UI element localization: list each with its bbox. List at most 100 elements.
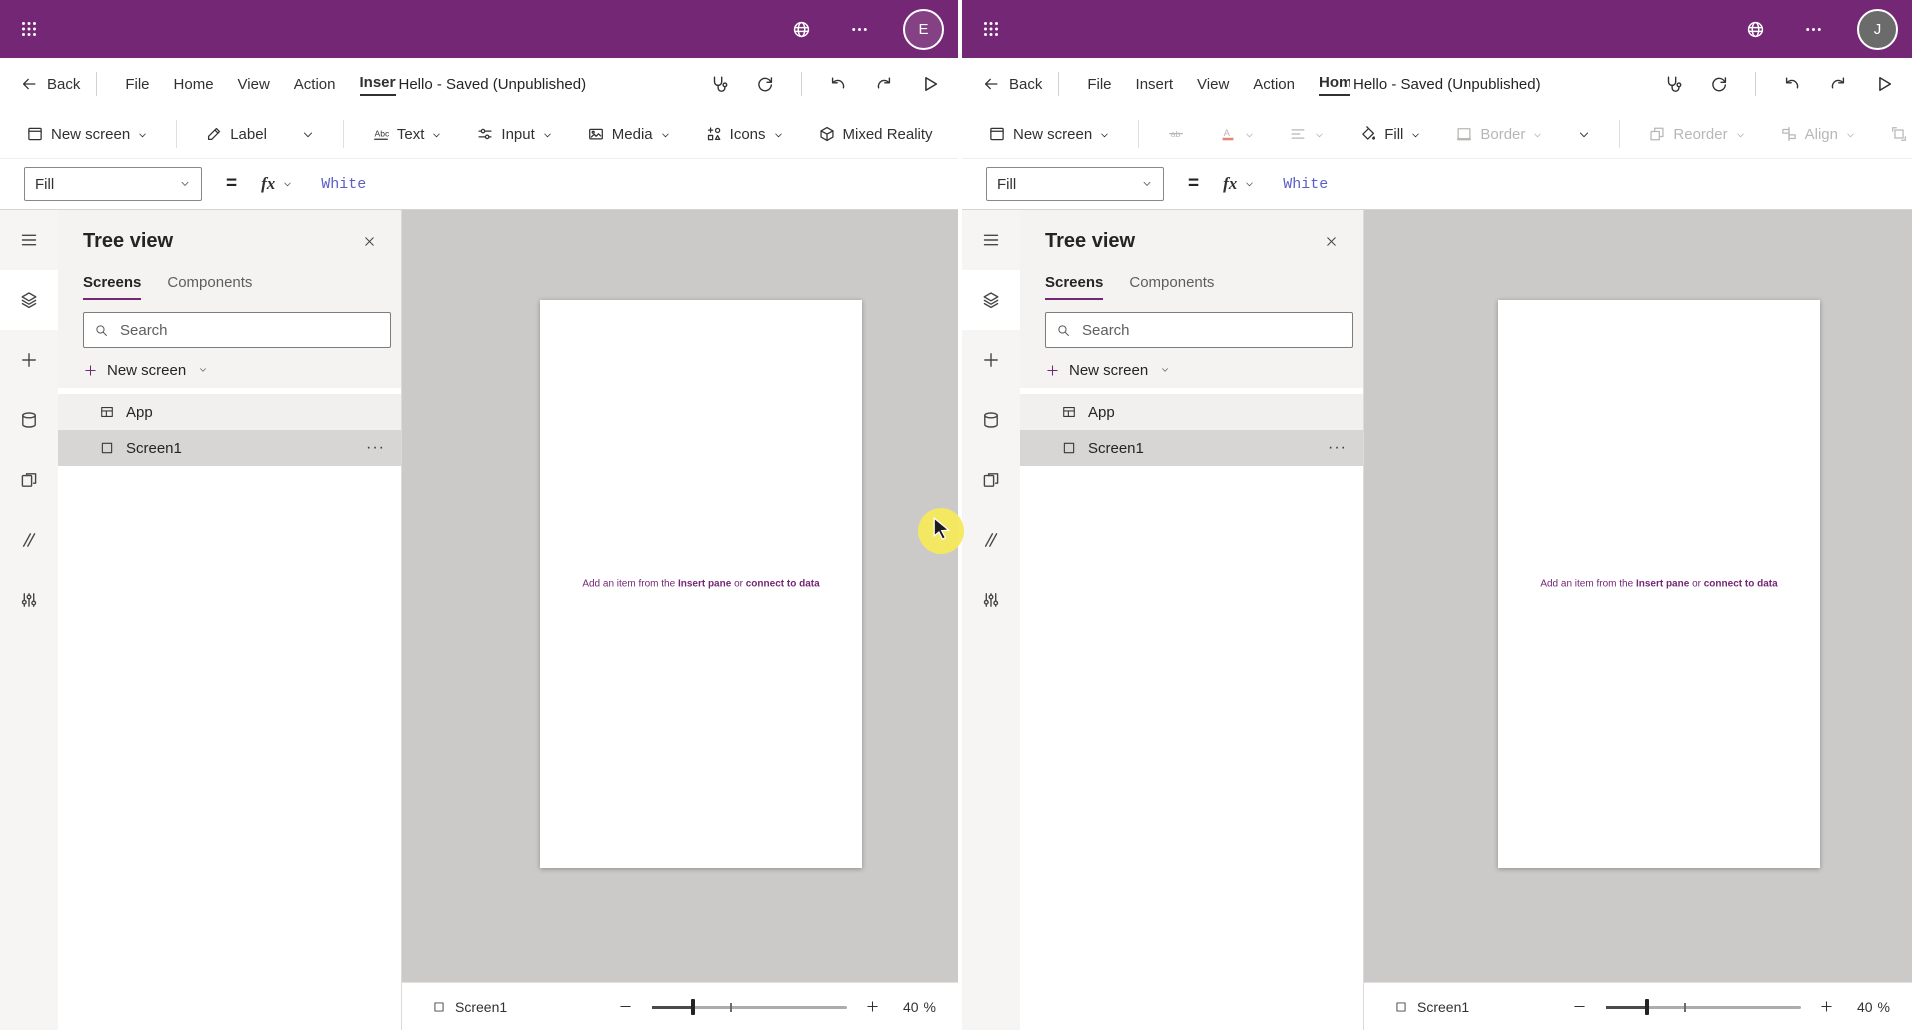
formula-input[interactable]: White <box>321 176 366 193</box>
zoom-slider-thumb[interactable] <box>1645 999 1649 1015</box>
design-canvas[interactable]: Add an item from the Insert pane or conn… <box>1364 210 1912 982</box>
hint-link[interactable]: connect to data <box>746 578 820 589</box>
ribbon-icons-menu[interactable]: Icons <box>705 125 784 143</box>
ribbon-input-menu[interactable]: Input <box>476 125 552 143</box>
zoom-in-button[interactable] <box>1818 998 1836 1016</box>
design-canvas[interactable]: Add an item from the Insert pane or conn… <box>402 210 958 982</box>
menu-item-file[interactable]: File <box>125 76 149 93</box>
globe-icon[interactable] <box>787 15 815 43</box>
more-options-icon[interactable] <box>1799 15 1827 43</box>
zoom-slider[interactable] <box>652 998 847 1016</box>
account-avatar[interactable]: E <box>903 9 944 50</box>
rail-insert[interactable] <box>0 330 58 390</box>
tree-tab-screens[interactable]: Screens <box>1045 274 1103 300</box>
rail-tree-view[interactable] <box>962 270 1020 330</box>
close-panel-button[interactable] <box>357 229 381 253</box>
hint-link[interactable]: connect to data <box>1704 578 1778 589</box>
app-checker-icon[interactable] <box>707 72 731 96</box>
refresh-icon[interactable] <box>1707 72 1731 96</box>
ribbon-fill-menu[interactable]: Fill <box>1359 125 1421 143</box>
ribbon-new-screen-button[interactable]: New screen <box>988 125 1110 143</box>
menu-item-view[interactable]: View <box>238 76 270 93</box>
hint-link[interactable]: Insert pane <box>678 578 731 589</box>
menu-item-action[interactable]: Action <box>294 76 336 93</box>
search-box[interactable] <box>83 312 391 348</box>
app-launcher-button[interactable] <box>12 12 46 46</box>
rail-menu[interactable] <box>962 210 1020 270</box>
ribbon-home-more-chevron[interactable] <box>1577 126 1591 142</box>
tree-tab-screens[interactable]: Screens <box>83 274 141 300</box>
tree-item-app[interactable]: App <box>58 394 401 430</box>
ribbon-border-menu[interactable]: Border <box>1455 125 1543 143</box>
back-button[interactable]: Back <box>982 75 1042 93</box>
rail-advanced-tools[interactable] <box>962 510 1020 570</box>
search-box[interactable] <box>1045 312 1353 348</box>
property-selector[interactable]: Fill <box>24 167 202 201</box>
ribbon-mixed-reality-menu[interactable]: Mixed Reality <box>818 125 933 143</box>
fx-button[interactable]: fx <box>261 174 293 194</box>
rail-data-sources[interactable] <box>0 390 58 450</box>
rail-advanced-tools[interactable] <box>0 510 58 570</box>
refresh-icon[interactable] <box>753 72 777 96</box>
item-more-button[interactable]: ··· <box>366 443 385 453</box>
globe-icon[interactable] <box>1741 15 1769 43</box>
menu-item-view[interactable]: View <box>1197 76 1229 93</box>
menu-item-home[interactable]: Home <box>174 76 214 93</box>
ribbon-strikethrough-button[interactable]: ab <box>1167 125 1185 143</box>
tree-item-screen1[interactable]: Screen1··· <box>58 430 401 466</box>
app-checker-icon[interactable] <box>1661 72 1685 96</box>
ribbon-new-screen-button[interactable]: New screen <box>26 125 148 143</box>
ribbon-align-menu[interactable]: Align <box>1780 125 1856 143</box>
tree-item-app[interactable]: App <box>1020 394 1363 430</box>
redo-button[interactable] <box>872 72 896 96</box>
zoom-in-button[interactable] <box>864 998 882 1016</box>
property-selector[interactable]: Fill <box>986 167 1164 201</box>
new-screen-button[interactable]: New screen <box>58 352 401 388</box>
formula-input[interactable]: White <box>1283 176 1328 193</box>
menu-item-insert[interactable]: Insert <box>1136 76 1174 93</box>
more-options-icon[interactable] <box>845 15 873 43</box>
ribbon-text-align-button[interactable] <box>1289 125 1325 143</box>
undo-button[interactable] <box>1780 72 1804 96</box>
app-launcher-button[interactable] <box>974 12 1008 46</box>
rail-settings[interactable] <box>0 570 58 630</box>
menu-item-action[interactable]: Action <box>1253 76 1295 93</box>
rail-insert[interactable] <box>962 330 1020 390</box>
zoom-out-button[interactable] <box>617 998 635 1016</box>
redo-button[interactable] <box>1826 72 1850 96</box>
search-input[interactable] <box>1080 321 1342 340</box>
tree-tab-components[interactable]: Components <box>167 274 252 300</box>
rail-data-sources[interactable] <box>962 390 1020 450</box>
ribbon-font-color-button[interactable]: A <box>1219 125 1255 143</box>
ribbon-group-button[interactable] <box>1890 125 1908 143</box>
account-avatar[interactable]: J <box>1857 9 1898 50</box>
ribbon-text-menu[interactable]: AbcText <box>372 125 443 143</box>
rail-media[interactable] <box>0 450 58 510</box>
ribbon-insert-more-chevron[interactable] <box>301 126 315 142</box>
search-input[interactable] <box>118 321 380 340</box>
rail-menu[interactable] <box>0 210 58 270</box>
rail-settings[interactable] <box>962 570 1020 630</box>
ribbon-media-menu[interactable]: Media <box>587 125 671 143</box>
screen1-artboard[interactable]: Add an item from the Insert pane or conn… <box>1498 300 1820 868</box>
menu-item-file[interactable]: File <box>1087 76 1111 93</box>
tree-tab-components[interactable]: Components <box>1129 274 1214 300</box>
ribbon-label-button[interactable]: Label <box>205 125 267 143</box>
item-more-button[interactable]: ··· <box>1328 443 1347 453</box>
rail-tree-view[interactable] <box>0 270 58 330</box>
rail-media[interactable] <box>962 450 1020 510</box>
back-button[interactable]: Back <box>20 75 80 93</box>
screen1-artboard[interactable]: Add an item from the Insert pane or conn… <box>540 300 862 868</box>
close-panel-button[interactable] <box>1319 229 1343 253</box>
menu-tab-active[interactable]: Insert <box>360 73 396 96</box>
new-screen-button[interactable]: New screen <box>1020 352 1363 388</box>
undo-button[interactable] <box>826 72 850 96</box>
fx-button[interactable]: fx <box>1223 174 1255 194</box>
preview-play-button[interactable] <box>1872 72 1896 96</box>
tree-item-screen1[interactable]: Screen1··· <box>1020 430 1363 466</box>
menu-tab-active[interactable]: Home <box>1319 73 1350 96</box>
zoom-slider[interactable] <box>1606 998 1801 1016</box>
zoom-slider-thumb[interactable] <box>691 999 695 1015</box>
hint-link[interactable]: Insert pane <box>1636 578 1689 589</box>
ribbon-reorder-menu[interactable]: Reorder <box>1648 125 1745 143</box>
